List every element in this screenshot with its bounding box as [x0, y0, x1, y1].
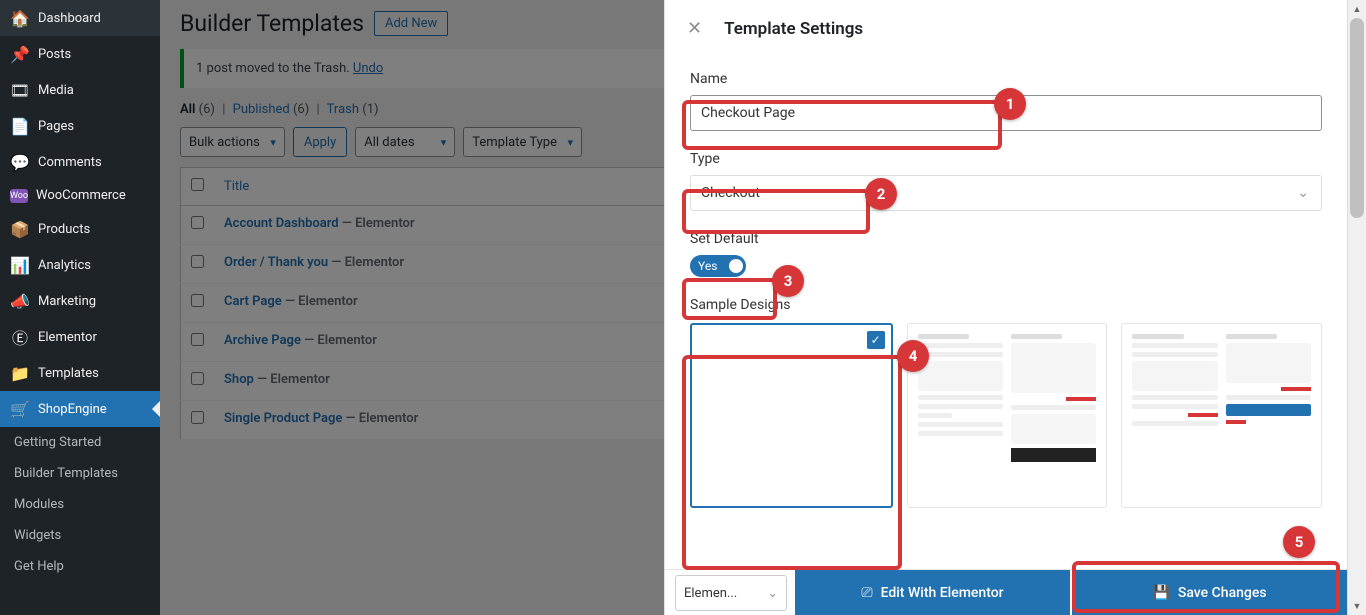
sidebar-item-pages[interactable]: 📄Pages [0, 108, 160, 144]
sidebar-sub-get-help[interactable]: Get Help [0, 551, 160, 582]
toggle-knob [729, 259, 743, 273]
sidebar-item-elementor[interactable]: ⒺElementor [0, 319, 160, 355]
panel-title: Template Settings [724, 19, 863, 39]
pin-icon: 📌 [10, 44, 30, 64]
close-icon[interactable]: ✕ [687, 18, 702, 39]
name-label: Name [690, 71, 1322, 87]
analytics-icon: 📊 [10, 255, 30, 275]
sidebar-item-marketing[interactable]: 📣Marketing [0, 283, 160, 319]
comment-icon: 💬 [10, 152, 30, 172]
gauge-icon: 🏠 [10, 8, 30, 28]
type-select[interactable]: Checkout [690, 175, 1322, 211]
sidebar-sub-getting-started[interactable]: Getting Started [0, 427, 160, 458]
design-card-3[interactable] [1121, 323, 1322, 508]
marker-5: 5 [1283, 526, 1315, 558]
sidebar-item-dashboard[interactable]: 🏠Dashboard [0, 0, 160, 36]
marker-1: 1 [994, 88, 1026, 120]
marker-2: 2 [865, 178, 897, 210]
scroll-down-icon[interactable]: ▼ [1348, 597, 1366, 615]
elementor-icon: Ⓔ [10, 327, 30, 347]
shopengine-icon: 🛒 [10, 399, 30, 419]
elementor-edit-icon: ⎚ [861, 585, 872, 601]
sidebar-item-shopengine[interactable]: 🛒ShopEngine [0, 391, 160, 427]
sidebar-item-comments[interactable]: 💬Comments [0, 144, 160, 180]
vertical-scrollbar[interactable]: ▲ ▼ [1347, 0, 1366, 615]
sidebar-item-products[interactable]: 📦Products [0, 211, 160, 247]
sidebar-sub-builder-templates[interactable]: Builder Templates [0, 458, 160, 489]
sidebar-item-analytics[interactable]: 📊Analytics [0, 247, 160, 283]
admin-sidebar: 🏠Dashboard 📌Posts 🎞Media 📄Pages 💬Comment… [0, 0, 160, 615]
scrollbar-thumb[interactable] [1350, 18, 1364, 218]
woo-icon: Woo [10, 189, 28, 203]
default-label: Set Default [690, 231, 1322, 247]
builder-select[interactable]: Elemen... [675, 575, 787, 611]
check-icon: ✓ [867, 331, 885, 349]
save-changes-button[interactable]: 💾 Save Changes [1072, 570, 1347, 615]
marker-3: 3 [772, 265, 804, 297]
design-card-blank[interactable]: ✓ [690, 323, 893, 508]
scroll-up-icon[interactable]: ▲ [1348, 0, 1366, 18]
sample-designs-label: Sample Designs [690, 297, 1322, 313]
sidebar-sub-widgets[interactable]: Widgets [0, 520, 160, 551]
page-icon: 📄 [10, 116, 30, 136]
sidebar-item-woocommerce[interactable]: WooWooCommerce [0, 180, 160, 211]
sidebar-item-posts[interactable]: 📌Posts [0, 36, 160, 72]
type-label: Type [690, 151, 1322, 167]
sidebar-item-media[interactable]: 🎞Media [0, 72, 160, 108]
product-icon: 📦 [10, 219, 30, 239]
design-card-2[interactable] [907, 323, 1108, 508]
edit-with-elementor-button[interactable]: ⎚ Edit With Elementor [795, 570, 1070, 615]
default-toggle[interactable]: Yes [690, 255, 746, 277]
save-icon: 💾 [1152, 585, 1169, 601]
sidebar-item-templates[interactable]: 📁Templates [0, 355, 160, 391]
megaphone-icon: 📣 [10, 291, 30, 311]
sidebar-sub-modules[interactable]: Modules [0, 489, 160, 520]
templates-icon: 📁 [10, 363, 30, 383]
media-icon: 🎞 [10, 80, 30, 100]
marker-4: 4 [897, 340, 929, 372]
